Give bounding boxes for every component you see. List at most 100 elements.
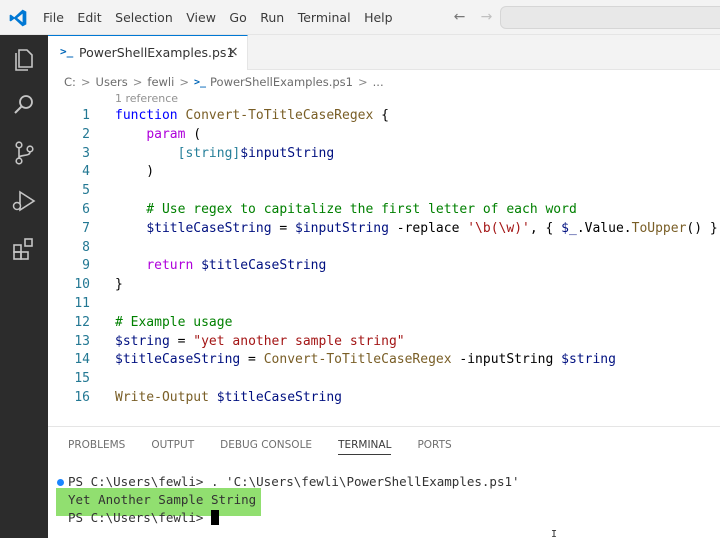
code-text: $titleCaseString = Convert-ToTitleCaseRe… xyxy=(115,350,616,369)
menu-terminal[interactable]: Terminal xyxy=(298,10,351,25)
code-token: ) xyxy=(115,164,155,180)
line-number: 9 xyxy=(82,258,90,274)
navigation-arrows: ← → xyxy=(446,9,500,25)
code-line[interactable]: 11 xyxy=(48,294,720,313)
activity-bar xyxy=(0,35,48,538)
code-line[interactable]: 7 $titleCaseString = $inputString -repla… xyxy=(48,219,720,238)
code-line[interactable]: 2 param ( xyxy=(48,125,720,144)
breadcrumb-users[interactable]: Users xyxy=(96,75,128,89)
codelens-references[interactable]: 1 reference xyxy=(115,92,178,105)
code-text: Write-Output $titleCaseString xyxy=(115,388,342,407)
code-token: = xyxy=(169,333,194,349)
line-number: 5 xyxy=(82,183,90,199)
code-token: Convert-ToTitleCaseRegex xyxy=(185,108,374,123)
terminal-line-prompt[interactable]: PS C:\Users\fewli> xyxy=(68,509,219,527)
command-success-dot-icon[interactable] xyxy=(57,479,64,486)
code-token: $titleCaseString xyxy=(216,390,342,405)
code-token: "yet another sample string" xyxy=(193,333,405,349)
code-line[interactable]: 14 $titleCaseString = Convert-ToTitleCase… xyxy=(48,350,720,369)
menu-edit[interactable]: Edit xyxy=(77,10,101,25)
code-line[interactable]: 5 xyxy=(48,181,720,200)
menu-go[interactable]: Go xyxy=(229,10,246,25)
tab-problems[interactable]: PROBLEMS xyxy=(68,439,125,455)
terminal-line-command: PS C:\Users\fewli> . 'C:\Users\fewli\Pow… xyxy=(68,474,520,489)
menu-file[interactable]: File xyxy=(43,10,64,25)
code-token: $titleCaseString xyxy=(146,220,272,236)
code-token: Convert-ToTitleCaseRegex xyxy=(263,352,452,368)
code-line[interactable]: 10} xyxy=(48,275,720,294)
line-number: 8 xyxy=(82,239,90,255)
line-number: 3 xyxy=(82,145,90,161)
powershell-file-icon: >_ xyxy=(60,45,74,58)
code-token: $titleCaseString xyxy=(115,352,241,368)
text-cursor-icon: I xyxy=(551,529,558,538)
code-line[interactable]: 9 return $titleCaseString xyxy=(48,256,720,275)
tab-debug-console[interactable]: DEBUG CONSOLE xyxy=(220,439,312,455)
command-center-search[interactable] xyxy=(500,6,720,29)
tab-output[interactable]: OUTPUT xyxy=(151,439,194,455)
tab-ports[interactable]: PORTS xyxy=(417,439,451,455)
tab-powershellexamples[interactable]: >_ PowerShellExamples.ps1 × xyxy=(48,35,248,70)
title-bar: File Edit Selection View Go Run Terminal… xyxy=(0,0,720,35)
code-line[interactable]: 12 # Example usage xyxy=(48,313,720,332)
code-token: () } xyxy=(686,220,718,236)
panel-tabs: PROBLEMS OUTPUT DEBUG CONSOLE TERMINAL P… xyxy=(68,439,478,455)
breadcrumb-drive[interactable]: C: xyxy=(64,75,76,89)
code-text: $titleCaseString = $inputString -replace… xyxy=(115,219,718,238)
menu-help[interactable]: Help xyxy=(364,10,393,25)
code-token: $string xyxy=(561,352,616,368)
code-token: } xyxy=(115,277,123,293)
breadcrumb-fewli[interactable]: fewli xyxy=(147,75,174,89)
close-icon[interactable]: × xyxy=(227,44,239,60)
explorer-icon[interactable] xyxy=(10,45,38,73)
back-arrow-icon[interactable]: ← xyxy=(446,9,473,25)
code-line[interactable]: 16 Write-Output $titleCaseString xyxy=(48,388,720,407)
breadcrumb-file[interactable]: PowerShellExamples.ps1 xyxy=(210,75,353,89)
code-line[interactable]: 8 xyxy=(48,238,720,257)
terminal-prompt: PS C:\Users\fewli> xyxy=(68,510,211,525)
code-line[interactable]: 3 [string]$inputString xyxy=(48,144,720,163)
code-token: { xyxy=(373,108,389,123)
forward-arrow-icon[interactable]: → xyxy=(473,9,500,25)
line-number: 12 xyxy=(74,314,90,330)
code-text: return $titleCaseString xyxy=(115,256,326,275)
chevron-right-icon: > xyxy=(132,75,143,89)
code-line[interactable]: 15 xyxy=(48,369,720,388)
code-line[interactable]: 1 function Convert-ToTitleCaseRegex { xyxy=(48,106,720,125)
code-token: '\b(\w)' xyxy=(467,220,530,236)
code-token: param xyxy=(146,126,186,142)
code-editor[interactable]: 1 reference 1 function Convert-ToTitleCas… xyxy=(48,92,720,422)
code-token: # Example usage xyxy=(115,314,233,330)
powershell-file-icon: >_ xyxy=(193,76,207,88)
code-token: ToUpper xyxy=(631,220,687,236)
breadcrumb-more[interactable]: ... xyxy=(373,75,384,89)
line-number: 2 xyxy=(82,126,90,142)
extensions-icon[interactable] xyxy=(10,235,38,263)
code-text: $string = "yet another sample string" xyxy=(115,332,405,351)
line-number: 13 xyxy=(74,333,90,349)
line-number: 4 xyxy=(82,164,90,180)
line-number: 14 xyxy=(74,352,90,368)
chevron-right-icon: > xyxy=(179,75,189,89)
search-icon[interactable] xyxy=(10,91,38,119)
code-token: = xyxy=(240,352,264,368)
code-line[interactable]: 6 # Use regex to capitalize the first le… xyxy=(48,200,720,219)
run-debug-icon[interactable] xyxy=(10,187,38,215)
menu-run[interactable]: Run xyxy=(260,10,284,25)
source-control-icon[interactable] xyxy=(10,139,38,167)
vscode-logo-icon[interactable] xyxy=(8,8,28,28)
line-number: 16 xyxy=(74,390,90,405)
line-number: 15 xyxy=(74,371,90,387)
code-line[interactable]: 13 $string = "yet another sample string" xyxy=(48,332,720,351)
code-line[interactable]: 4 ) xyxy=(48,162,720,181)
menu-view[interactable]: View xyxy=(186,10,216,25)
code-text: } xyxy=(115,275,123,294)
code-token: return xyxy=(146,258,194,274)
menu-selection[interactable]: Selection xyxy=(115,10,173,25)
line-number: 10 xyxy=(74,277,90,293)
tab-terminal[interactable]: TERMINAL xyxy=(338,439,392,455)
code-token: function xyxy=(115,108,186,123)
